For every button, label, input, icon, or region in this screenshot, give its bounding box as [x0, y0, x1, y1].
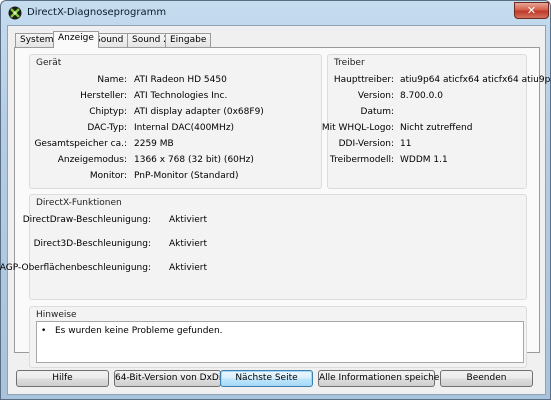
help-button[interactable]: Hilfe: [16, 370, 109, 387]
tab-eingabe[interactable]: Eingabe: [165, 33, 212, 47]
main-driver-label: Haupttreiber:: [333, 75, 394, 85]
directx-features-group: DirectX-Funktionen DirectDraw-Beschleuni…: [0, 194, 527, 300]
direct3d-accel-value: Aktiviert: [169, 239, 207, 249]
chip-type-value: ATI display adapter (0x68F9): [134, 107, 264, 117]
whql-logo-label: Mit WHQL-Logo:: [321, 123, 394, 133]
ddi-version-value: 11: [400, 139, 412, 149]
driver-version-label: Version:: [357, 91, 394, 101]
close-button[interactable]: ✕: [514, 2, 549, 19]
device-name-value: ATI Radeon HD 5450: [134, 75, 227, 85]
direct3d-accel-label: Direct3D-Beschleunigung:: [33, 239, 151, 249]
dialog-client-area: System Anzeige Sound 1 Sound 2 Eingabe G…: [0, 25, 551, 395]
driver-model-label: Treibermodell:: [329, 155, 394, 165]
driver-group-title: Treiber: [334, 58, 365, 68]
dac-type-value: Internal DAC(400MHz): [134, 123, 235, 133]
device-name-label: Name:: [97, 75, 127, 85]
monitor-value: PnP-Monitor (Standard): [134, 171, 239, 181]
manufacturer-label: Hersteller:: [80, 91, 127, 101]
display-mode-label: Anzeigemodus:: [57, 155, 127, 165]
next-page-button[interactable]: Nächste Seite: [220, 370, 313, 387]
close-icon: ✕: [526, 4, 537, 17]
directx-features-title: DirectX-Funktionen: [36, 198, 122, 208]
directdraw-accel-label: DirectDraw-Beschleunigung:: [22, 215, 151, 225]
device-group-title: Gerät: [36, 58, 62, 68]
ddi-version-label: DDI-Version:: [338, 139, 394, 149]
directdraw-accel-value: Aktiviert: [169, 215, 207, 225]
window-title: DirectX-Diagnoseprogramm: [27, 7, 167, 18]
display-tab-panel: Gerät Name: ATI Radeon HD 5450 Herstelle…: [0, 47, 551, 368]
driver-date-label: Datum:: [360, 107, 394, 117]
display-mode-value: 1366 x 768 (32 bit) (60Hz): [134, 155, 254, 165]
notes-group-title: Hinweise: [36, 310, 77, 320]
driver-group: Treiber Haupttreiber: atiu9p64 aticfx64 …: [322, 54, 551, 189]
title-bar[interactable]: DirectX-Diagnoseprogramm ✕: [1, 1, 550, 25]
whql-logo-value: Nicht zutreffend: [400, 123, 473, 133]
driver-version-value: 8.700.0.0: [400, 91, 443, 101]
chip-type-label: Chiptyp:: [89, 107, 127, 117]
save-all-info-button[interactable]: Alle Informationen speichern...: [318, 370, 457, 387]
exit-button[interactable]: Beenden: [440, 370, 533, 387]
manufacturer-value: ATI Technologies Inc.: [134, 91, 228, 101]
notes-textbox[interactable]: • Es wurden keine Probleme gefunden.: [36, 321, 524, 363]
agp-accel-value: Aktiviert: [169, 263, 207, 273]
notes-text: Es wurden keine Probleme gefunden.: [55, 326, 223, 336]
main-driver-value: atiu9p64 aticfx64 aticfx64 atiu9pag: [400, 75, 551, 85]
notes-group: Hinweise • Es wurden keine Probleme gefu…: [29, 306, 527, 368]
dac-type-label: DAC-Typ:: [87, 123, 127, 133]
monitor-label: Monitor:: [89, 171, 127, 181]
total-memory-value: 2259 MB: [134, 139, 174, 149]
total-memory-label: Gesamtspeicher ca.:: [34, 139, 127, 149]
directx-app-icon: [8, 6, 22, 20]
agp-accel-label: AGP-Oberflächenbeschleunigung:: [0, 263, 151, 273]
bullet-icon: •: [41, 326, 47, 336]
driver-model-value: WDDM 1.1: [400, 155, 448, 165]
dxdiag-64bit-button[interactable]: 64-Bit-Version von DxDiag: [114, 370, 233, 387]
dxdiag-window: DirectX-Diagnoseprogramm ✕ System Anzeig…: [0, 0, 551, 400]
device-group: Gerät Name: ATI Radeon HD 5450 Herstelle…: [29, 54, 322, 189]
tab-anzeige[interactable]: Anzeige: [53, 31, 99, 48]
